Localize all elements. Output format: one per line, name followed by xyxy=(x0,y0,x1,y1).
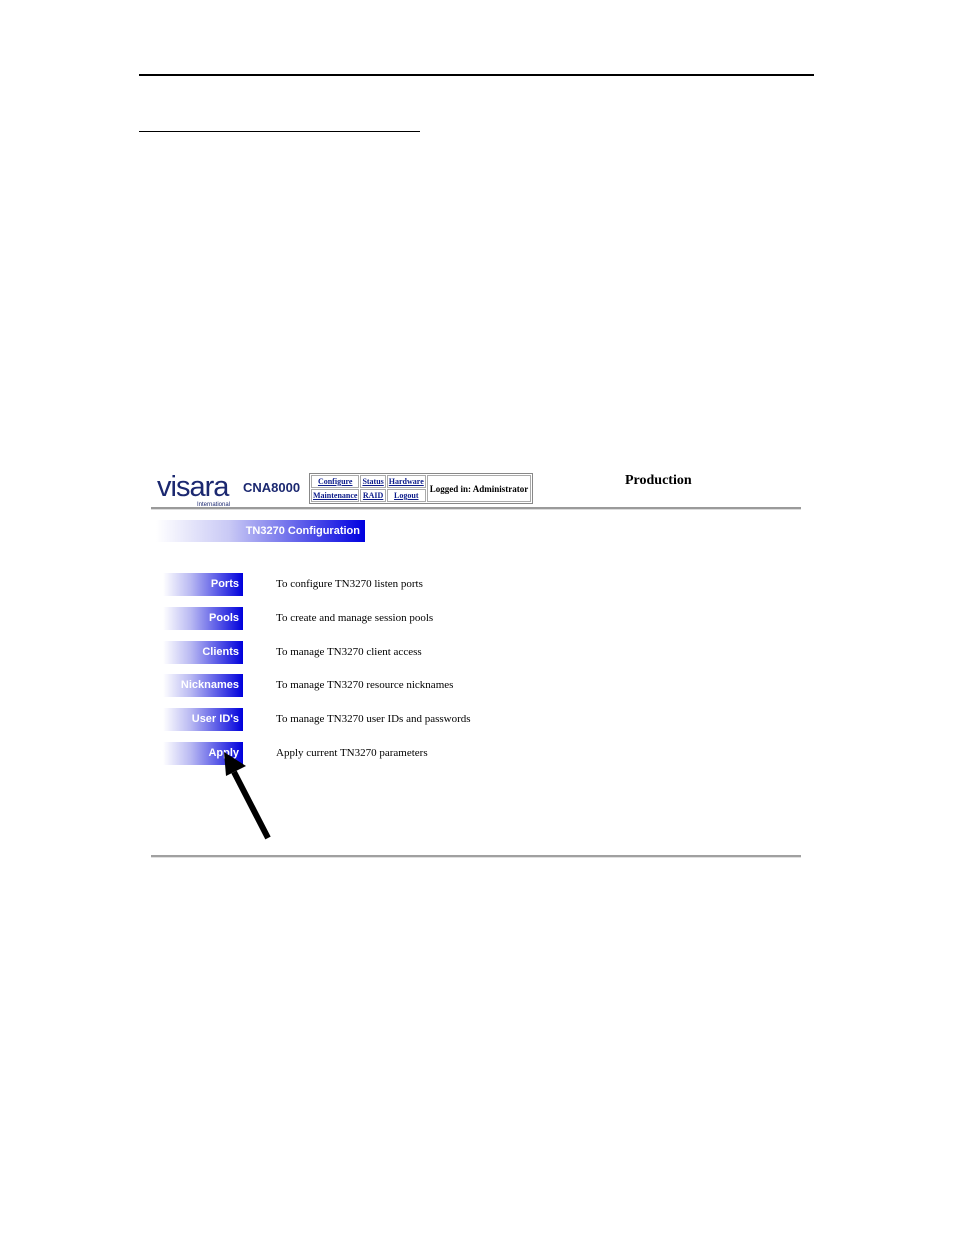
tn3270-configuration-screenshot: visara International CNA8000 Configure S… xyxy=(151,462,801,862)
footer-divider-shadow xyxy=(151,857,801,858)
nav-logout-link[interactable]: Logout xyxy=(394,491,418,500)
nav-raid-link[interactable]: RAID xyxy=(363,491,383,500)
top-nav-table: Configure Status Hardware Logged in: Adm… xyxy=(309,473,534,504)
nav-hardware-link[interactable]: Hardware xyxy=(389,477,424,486)
logo-wordmark: visara xyxy=(157,471,229,503)
arrow-pointer-icon xyxy=(224,752,271,840)
pools-description: To create and manage session pools xyxy=(276,612,434,624)
section-title-tab: TN3270 Configuration xyxy=(156,520,365,542)
product-name: CNA8000 xyxy=(243,480,301,495)
pools-button[interactable]: Pools xyxy=(163,607,243,630)
clients-description: To manage TN3270 client access xyxy=(276,646,422,658)
login-status: Logged in: Administrator xyxy=(426,475,532,502)
visara-logo: visara International xyxy=(157,472,237,512)
nav-maintenance-link[interactable]: Maintenance xyxy=(313,491,357,500)
user-ids-description: To manage TN3270 user IDs and passwords xyxy=(276,713,471,725)
page-top-rule xyxy=(139,74,814,76)
nicknames-button[interactable]: Nicknames xyxy=(163,674,243,697)
clients-button[interactable]: Clients xyxy=(163,641,243,664)
nicknames-description: To manage TN3270 resource nicknames xyxy=(276,679,454,691)
environment-label: Production xyxy=(625,473,692,488)
nav-status-link[interactable]: Status xyxy=(362,477,383,486)
user-ids-button[interactable]: User ID's xyxy=(163,708,243,731)
nav-configure-link[interactable]: Configure xyxy=(318,477,353,486)
apply-description: Apply current TN3270 parameters xyxy=(276,747,428,759)
ports-button[interactable]: Ports xyxy=(163,573,243,596)
section-heading-underline xyxy=(139,131,420,132)
header-divider-shadow xyxy=(151,509,801,510)
ports-description: To configure TN3270 listen ports xyxy=(276,578,423,590)
